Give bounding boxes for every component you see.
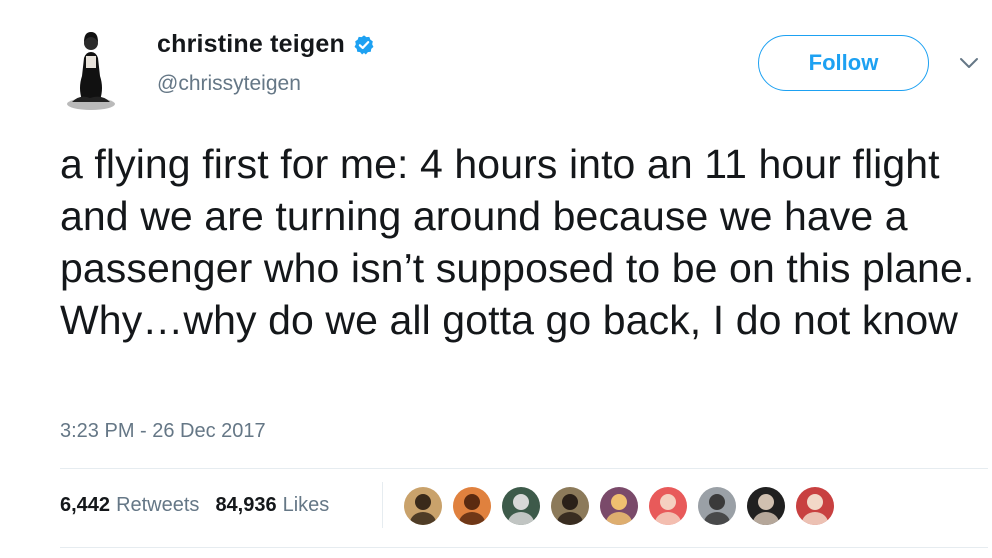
avatar-image xyxy=(453,487,491,525)
follow-button[interactable]: Follow xyxy=(758,35,929,91)
verified-badge-icon xyxy=(354,34,374,54)
tweet-card: christine teigen @chrissyteigen Follow a… xyxy=(0,0,992,558)
avatar-image xyxy=(747,487,785,525)
avatar-image xyxy=(796,487,834,525)
liker-avatar-9[interactable] xyxy=(795,486,835,526)
liker-avatar-6[interactable] xyxy=(648,486,688,526)
divider xyxy=(60,547,988,548)
chevron-down-icon[interactable] xyxy=(958,55,980,71)
avatar-image xyxy=(502,487,540,525)
avatar-image xyxy=(698,487,736,525)
liker-avatar-1[interactable] xyxy=(403,486,443,526)
avatar-image xyxy=(551,487,589,525)
profile-photo xyxy=(60,28,122,110)
likes-count: 84,936 xyxy=(215,494,277,516)
liker-avatar-3[interactable] xyxy=(501,486,541,526)
retweets-label: Retweets xyxy=(116,494,200,516)
divider xyxy=(60,468,988,469)
liker-avatar-5[interactable] xyxy=(599,486,639,526)
likers-avatar-list xyxy=(403,486,844,526)
avatar-image xyxy=(600,487,638,525)
author-handle[interactable]: @chrissyteigen xyxy=(157,72,301,96)
liker-avatar-8[interactable] xyxy=(746,486,786,526)
likes-stat[interactable]: 84,936 Likes xyxy=(215,494,329,517)
retweets-count: 6,442 xyxy=(60,494,111,516)
tweet-text: a flying first for me: 4 hours into an 1… xyxy=(60,141,975,343)
liker-avatar-2[interactable] xyxy=(452,486,492,526)
tweet-timestamp[interactable]: 3:23 PM - 26 Dec 2017 xyxy=(60,420,266,443)
author-display-name[interactable]: christine teigen xyxy=(157,30,375,59)
avatar-image xyxy=(649,487,687,525)
tweet-stats: 6,442 Retweets 84,936 Likes xyxy=(60,494,345,517)
author-avatar[interactable] xyxy=(60,28,122,110)
liker-avatar-7[interactable] xyxy=(697,486,737,526)
avatar-image xyxy=(404,487,442,525)
display-name-text: christine teigen xyxy=(157,30,345,58)
likes-label: Likes xyxy=(282,494,330,516)
stats-separator xyxy=(382,482,383,528)
liker-avatar-4[interactable] xyxy=(550,486,590,526)
retweets-stat[interactable]: 6,442 Retweets xyxy=(60,494,199,517)
